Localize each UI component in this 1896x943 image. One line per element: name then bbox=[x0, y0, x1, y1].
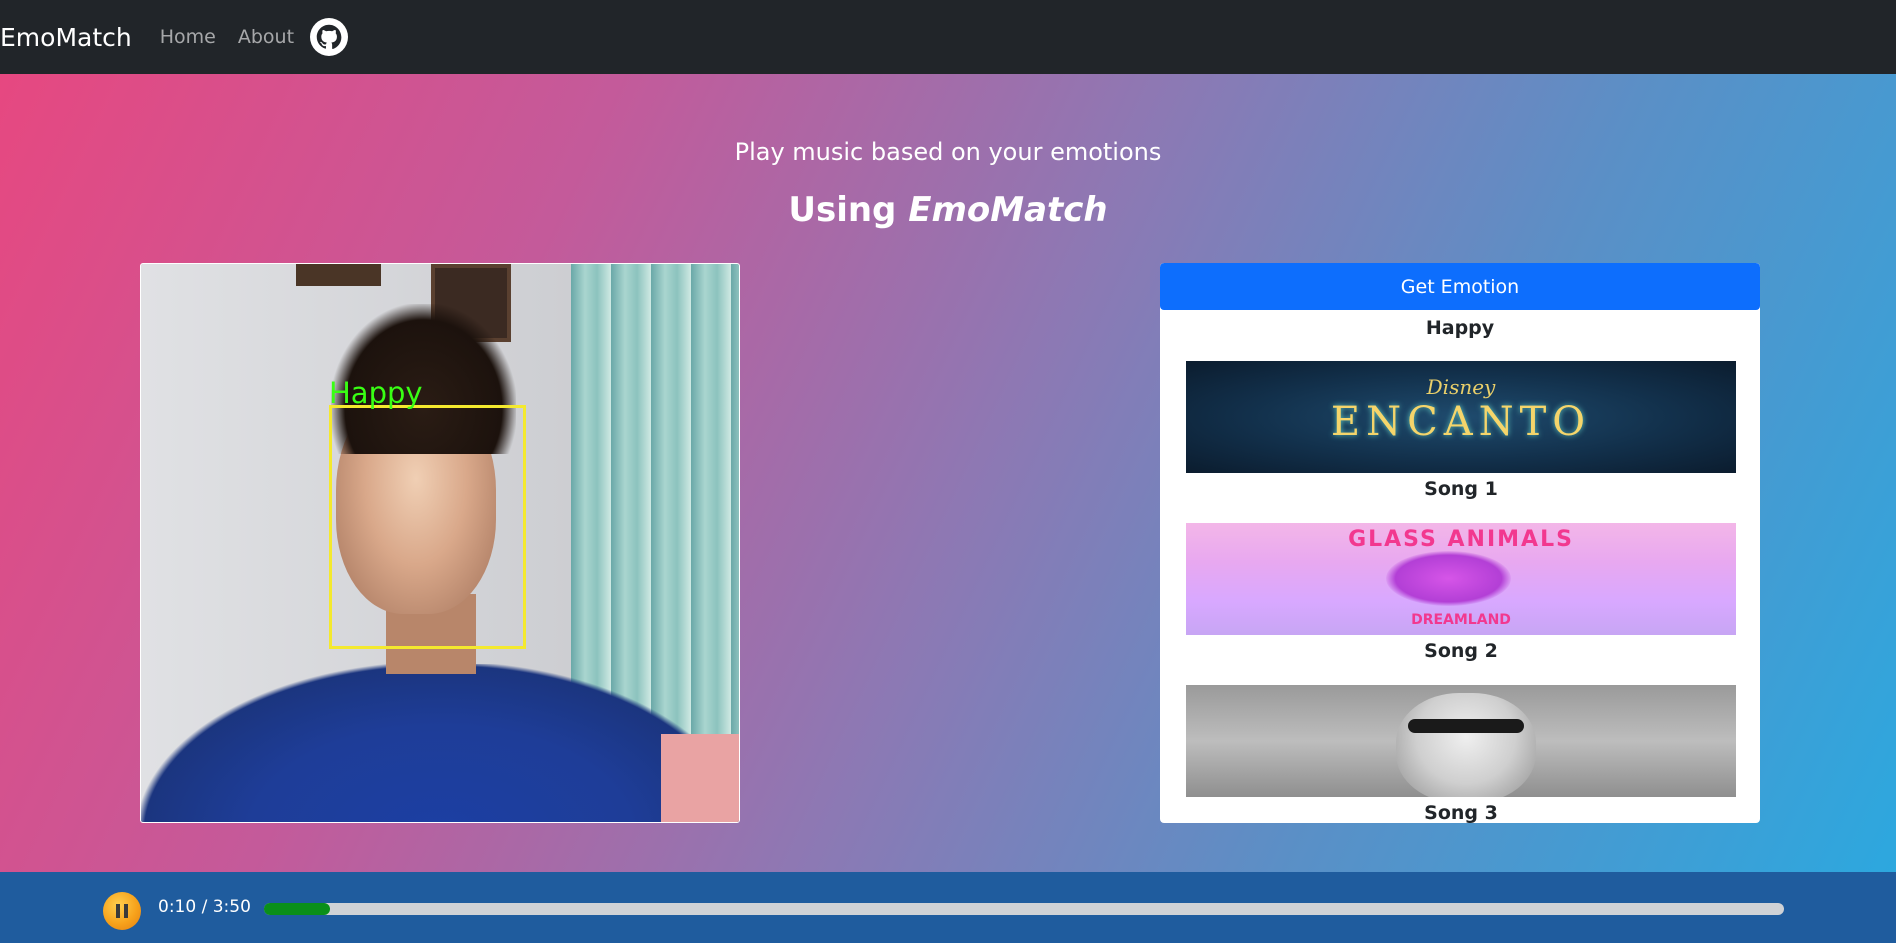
song-card-1[interactable]: Disney ENCANTO Song 1 bbox=[1186, 361, 1736, 500]
get-emotion-button[interactable]: Get Emotion bbox=[1160, 263, 1760, 310]
song-card-3[interactable]: Song 3 bbox=[1186, 685, 1736, 823]
github-icon[interactable] bbox=[310, 18, 349, 56]
thumbnail-sub-text: DREAMLAND bbox=[1411, 612, 1511, 628]
webcam-feed: Happy bbox=[140, 263, 740, 823]
heading-brand: EmoMatch bbox=[908, 190, 1108, 230]
page-heading: Using EmoMatch bbox=[0, 190, 1896, 230]
song-label: Song 3 bbox=[1424, 802, 1498, 823]
nav-home-link[interactable]: Home bbox=[160, 26, 216, 48]
thumbnail-art bbox=[1396, 693, 1536, 797]
heading-prefix: Using bbox=[788, 190, 909, 230]
webcam-sofa bbox=[661, 734, 739, 822]
audio-player: 0:10 / 3:50 bbox=[0, 872, 1896, 943]
webcam-person-body bbox=[141, 664, 739, 822]
emotion-result: Happy bbox=[1425, 317, 1495, 339]
thumbnail-art bbox=[1408, 719, 1524, 733]
song-card-2[interactable]: GLASS ANIMALS DREAMLAND Song 2 bbox=[1186, 523, 1736, 662]
song-label: Song 1 bbox=[1424, 478, 1498, 500]
emotion-panel: Get Emotion Happy Disney ENCANTO Song 1 … bbox=[1160, 263, 1760, 823]
playback-time: 0:10 / 3:50 bbox=[158, 897, 251, 917]
brand-logo[interactable]: EmoMatch bbox=[0, 23, 132, 52]
thumbnail-sub-text: Disney bbox=[1426, 375, 1496, 399]
thumbnail-art bbox=[1386, 551, 1511, 606]
thumbnail-title-text: GLASS ANIMALS bbox=[1348, 527, 1574, 552]
thumbnail-title-text: ENCANTO bbox=[1330, 399, 1592, 445]
progress-slider[interactable] bbox=[264, 903, 1784, 915]
webcam-picture-frame bbox=[296, 264, 381, 286]
song-thumbnail[interactable]: Disney ENCANTO bbox=[1186, 361, 1736, 473]
face-detection-box bbox=[329, 405, 526, 649]
pause-button[interactable] bbox=[103, 892, 141, 930]
page-subtitle: Play music based on your emotions bbox=[734, 138, 1162, 166]
song-thumbnail[interactable] bbox=[1186, 685, 1736, 797]
nav-about-link[interactable]: About bbox=[238, 26, 294, 48]
progress-fill bbox=[264, 903, 331, 915]
song-thumbnail[interactable]: GLASS ANIMALS DREAMLAND bbox=[1186, 523, 1736, 635]
pause-icon bbox=[116, 904, 128, 918]
navbar: EmoMatch Home About bbox=[0, 0, 1896, 74]
song-label: Song 2 bbox=[1424, 640, 1498, 662]
detected-emotion-label: Happy bbox=[329, 376, 423, 410]
